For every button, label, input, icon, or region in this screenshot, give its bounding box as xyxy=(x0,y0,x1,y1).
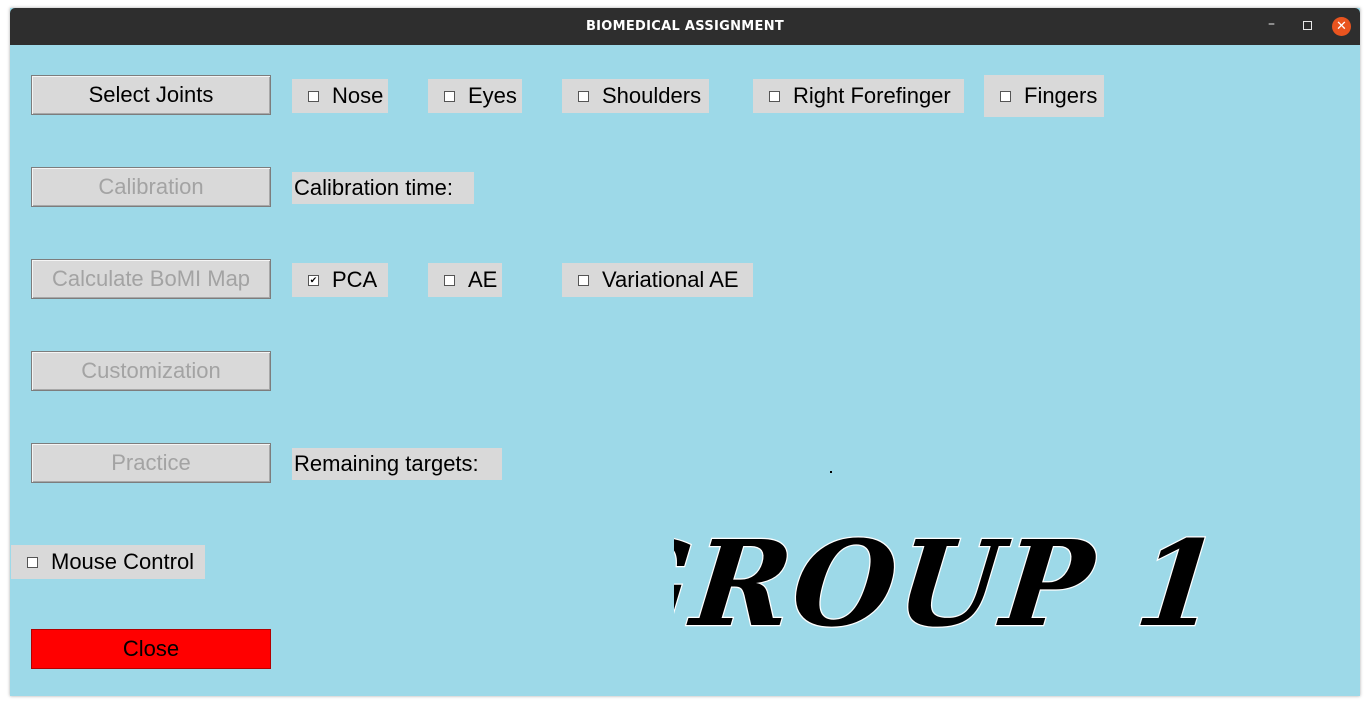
joint-label-right-forefinger: Right Forefinger xyxy=(793,83,951,108)
mouse-control-label: Mouse Control xyxy=(51,549,195,574)
method-checkbox-ae[interactable]: AE xyxy=(428,263,502,297)
method-label-ae: AE xyxy=(468,267,498,292)
joint-checkbox-eyes[interactable]: Eyes xyxy=(428,79,522,113)
method-checkbox-variational-ae[interactable]: Variational AE xyxy=(562,263,753,297)
checkbox-box[interactable] xyxy=(308,90,319,102)
customization-button[interactable]: Customization xyxy=(31,351,271,391)
group-15-logo: GROUP 15 xyxy=(674,513,1214,654)
method-label-pca: PCA xyxy=(332,267,378,292)
minimize-icon[interactable]: – xyxy=(1268,16,1275,32)
remaining-targets-label: Remaining targets: xyxy=(292,448,502,480)
checkmark-icon[interactable]: ✔ xyxy=(308,274,319,286)
checkbox-box[interactable] xyxy=(1000,90,1011,102)
calibration-time-label: Calibration time: xyxy=(292,172,474,204)
checkbox-box[interactable] xyxy=(444,90,455,102)
joint-label-shoulders: Shoulders xyxy=(602,83,702,108)
method-checkbox-pca[interactable]: ✔ PCA xyxy=(292,263,388,297)
joint-checkbox-nose[interactable]: Nose xyxy=(292,79,388,113)
joint-checkbox-fingers[interactable]: Fingers xyxy=(984,75,1104,117)
joint-label-eyes: Eyes xyxy=(468,83,517,108)
select-joints-button[interactable]: Select Joints xyxy=(31,75,271,115)
joint-label-fingers: Fingers xyxy=(1024,83,1098,108)
checkbox-box[interactable] xyxy=(578,274,589,286)
checkbox-box[interactable] xyxy=(27,556,38,568)
checkbox-box[interactable] xyxy=(444,274,455,286)
practice-button[interactable]: Practice xyxy=(31,443,271,483)
joint-label-nose: Nose xyxy=(332,83,384,108)
maximize-icon[interactable] xyxy=(1303,21,1312,30)
method-label-variational-ae: Variational AE xyxy=(602,267,739,292)
title-bar[interactable]: BIOMEDICAL ASSIGNMENT – ✕ xyxy=(10,8,1360,45)
calibration-button[interactable]: Calibration xyxy=(31,167,271,207)
logo-text: GROUP 15 xyxy=(674,514,1214,653)
main-panel: Select Joints Nose Eyes Shoulders Right … xyxy=(10,45,1360,696)
window-title: BIOMEDICAL ASSIGNMENT xyxy=(585,19,785,34)
joint-checkbox-right-forefinger[interactable]: Right Forefinger xyxy=(753,79,964,113)
app-window: BIOMEDICAL ASSIGNMENT – ✕ Select Joints … xyxy=(10,8,1360,696)
close-icon[interactable]: ✕ xyxy=(1332,17,1351,36)
calculate-bomi-map-button[interactable]: Calculate BoMI Map xyxy=(31,259,271,299)
close-button[interactable]: Close xyxy=(31,629,271,669)
checkbox-box[interactable] xyxy=(769,90,780,102)
joint-checkbox-shoulders[interactable]: Shoulders xyxy=(562,79,709,113)
mouse-control-checkbox[interactable]: Mouse Control xyxy=(11,545,205,579)
checkbox-box[interactable] xyxy=(578,90,589,102)
speck-dot xyxy=(830,471,832,473)
